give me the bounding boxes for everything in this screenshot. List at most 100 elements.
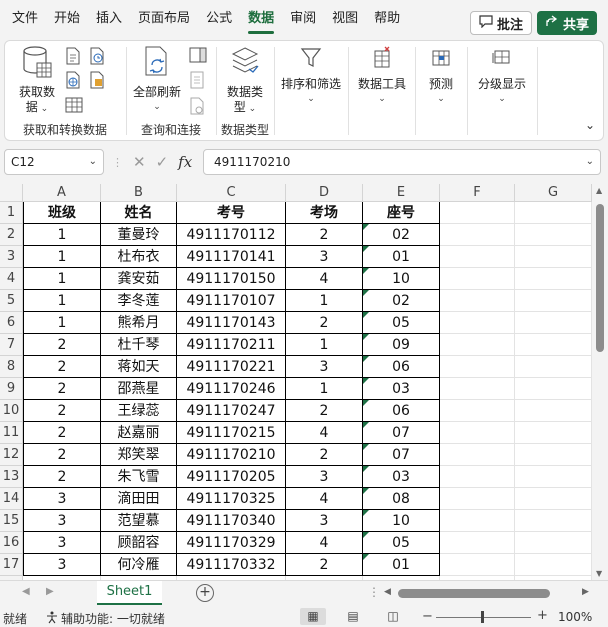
table-cell[interactable]: 邵燕星 [101, 378, 177, 400]
empty-cell[interactable] [515, 400, 592, 422]
table-cell[interactable]: 2 [23, 466, 101, 488]
table-cell[interactable]: 杜布衣 [101, 246, 177, 268]
table-cell[interactable]: 熊希月 [101, 312, 177, 334]
table-cell[interactable]: 3 [23, 510, 101, 532]
table-cell[interactable]: 01 [363, 246, 440, 268]
empty-cell[interactable] [440, 554, 515, 576]
empty-cell[interactable] [515, 246, 592, 268]
table-cell[interactable]: 4911170221 [177, 356, 286, 378]
menu-insert[interactable]: 插入 [88, 0, 130, 38]
table-cell[interactable]: 顾韶容 [101, 532, 177, 554]
cancel-icon[interactable]: ✕ [133, 153, 146, 171]
empty-cell[interactable] [515, 532, 592, 554]
existing-connections-icon[interactable] [89, 71, 107, 89]
empty-cell[interactable] [515, 510, 592, 532]
table-cell[interactable]: 4911170112 [177, 224, 286, 246]
table-cell[interactable]: 朱飞雪 [101, 466, 177, 488]
formula-input[interactable]: 4911170210 ⌄ [203, 149, 601, 175]
table-header-cell[interactable]: 考号 [177, 202, 286, 224]
menu-review[interactable]: 审阅 [282, 0, 324, 38]
menu-page-layout[interactable]: 页面布局 [130, 0, 198, 38]
empty-cell[interactable] [440, 290, 515, 312]
zoom-in-icon[interactable]: + [537, 608, 548, 623]
sort-filter-button[interactable]: 排序和筛选 ⌄ [277, 45, 345, 107]
empty-cell[interactable] [440, 444, 515, 466]
table-cell[interactable]: 2 [23, 422, 101, 444]
table-cell[interactable]: 1 [286, 378, 363, 400]
table-header-cell[interactable]: 考场 [286, 202, 363, 224]
empty-cell[interactable] [515, 422, 592, 444]
empty-cell[interactable] [515, 290, 592, 312]
empty-cell[interactable] [440, 510, 515, 532]
table-cell[interactable]: 2 [286, 312, 363, 334]
table-cell[interactable]: 李冬莲 [101, 290, 177, 312]
row-header[interactable]: 12 [0, 444, 23, 466]
empty-cell[interactable] [440, 202, 515, 224]
prev-sheet-icon[interactable]: ◀ [22, 586, 30, 597]
column-header-a[interactable]: A [23, 184, 101, 202]
name-box[interactable]: C12 ⌄ [4, 149, 104, 175]
empty-cell[interactable] [515, 488, 592, 510]
table-cell[interactable]: 3 [23, 554, 101, 576]
table-cell[interactable]: 10 [363, 268, 440, 290]
expand-formula-icon[interactable]: ⌄ [586, 150, 594, 174]
table-cell[interactable]: 4 [286, 488, 363, 510]
row-header[interactable]: 5 [0, 290, 23, 312]
table-cell[interactable]: 4911170215 [177, 422, 286, 444]
table-cell[interactable]: 10 [363, 510, 440, 532]
accessibility-status[interactable]: 辅助功能: 一切就绪 [46, 610, 165, 627]
table-cell[interactable]: 07 [363, 422, 440, 444]
vertical-scroll-thumb[interactable] [596, 204, 604, 352]
empty-cell[interactable] [515, 202, 592, 224]
table-header-cell[interactable]: 姓名 [101, 202, 177, 224]
comments-button[interactable]: 批注 [469, 11, 532, 35]
empty-cell[interactable] [440, 246, 515, 268]
table-cell[interactable]: 02 [363, 290, 440, 312]
table-cell[interactable]: 杜千琴 [101, 334, 177, 356]
column-header-b[interactable]: B [101, 184, 177, 202]
menu-view[interactable]: 视图 [324, 0, 366, 38]
empty-cell[interactable] [440, 488, 515, 510]
row-header[interactable]: 15 [0, 510, 23, 532]
table-cell[interactable]: 滴田田 [101, 488, 177, 510]
table-cell[interactable]: 4911170246 [177, 378, 286, 400]
table-cell[interactable]: 3 [23, 488, 101, 510]
table-cell[interactable]: 1 [286, 290, 363, 312]
table-cell[interactable]: 1 [23, 268, 101, 290]
scroll-right-icon[interactable]: ▶ [582, 587, 589, 597]
menu-file[interactable]: 文件 [4, 0, 46, 38]
vertical-scrollbar[interactable]: ▲ ▼ [592, 184, 608, 580]
row-header[interactable]: 4 [0, 268, 23, 290]
empty-cell[interactable] [440, 268, 515, 290]
scroll-up-icon[interactable]: ▲ [596, 186, 602, 195]
empty-cell[interactable] [515, 356, 592, 378]
table-cell[interactable]: 4911170205 [177, 466, 286, 488]
empty-cell[interactable] [440, 224, 515, 246]
column-header-c[interactable]: C [177, 184, 286, 202]
from-text-icon[interactable] [65, 47, 83, 65]
sheet-tab-sheet1[interactable]: Sheet1 [97, 581, 162, 605]
table-cell[interactable]: 何冷雁 [101, 554, 177, 576]
table-cell[interactable]: 4911170143 [177, 312, 286, 334]
table-cell[interactable]: 1 [23, 290, 101, 312]
row-header[interactable]: 2 [0, 224, 23, 246]
data-tools-button[interactable]: 数据工具 ⌄ [351, 45, 413, 107]
empty-cell[interactable] [440, 334, 515, 356]
table-cell[interactable]: 范望慕 [101, 510, 177, 532]
table-cell[interactable]: 3 [286, 466, 363, 488]
table-cell[interactable]: 赵嘉丽 [101, 422, 177, 444]
table-cell[interactable]: 2 [23, 444, 101, 466]
queries-pane-icon[interactable] [189, 47, 207, 65]
table-cell[interactable]: 4911170107 [177, 290, 286, 312]
table-header-cell[interactable]: 班级 [23, 202, 101, 224]
menu-data[interactable]: 数据 [240, 0, 282, 38]
empty-cell[interactable] [440, 532, 515, 554]
row-header[interactable]: 7 [0, 334, 23, 356]
recent-sources-icon[interactable] [89, 47, 107, 65]
table-cell[interactable]: 2 [286, 554, 363, 576]
table-cell[interactable]: 3 [23, 532, 101, 554]
row-header[interactable]: 17 [0, 554, 23, 576]
table-cell[interactable]: 1 [286, 334, 363, 356]
row-header[interactable]: 3 [0, 246, 23, 268]
table-cell[interactable]: 3 [286, 356, 363, 378]
